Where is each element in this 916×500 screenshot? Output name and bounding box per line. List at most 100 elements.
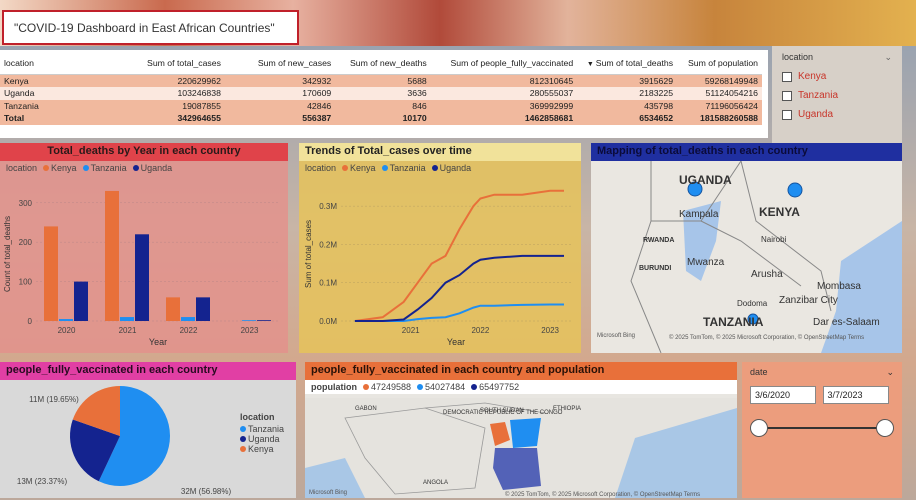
cell-total-deaths: 435798 xyxy=(577,99,678,112)
bar-tanzania-2023[interactable] xyxy=(242,320,256,321)
bar-kenya-2021[interactable] xyxy=(105,190,119,321)
cell-total-deaths: 3915629 xyxy=(577,74,678,87)
col-new-deaths[interactable]: Sum of new_deaths xyxy=(335,50,431,75)
legend-item-uganda[interactable]: Uganda xyxy=(431,163,471,173)
start-date-input[interactable]: 3/6/2020 xyxy=(750,386,816,404)
cell-total-cases: 103246838 xyxy=(106,87,225,100)
legend-label: location xyxy=(240,412,275,422)
y-tick-label: 0.1M xyxy=(319,279,337,288)
location-slicer: location ⌄ Kenya Tanzania Uganda xyxy=(772,46,902,146)
col-location[interactable]: location xyxy=(0,50,107,75)
dashboard-title-text: "COVID-19 Dashboard in East African Coun… xyxy=(14,21,275,35)
pie-data-label: 11M (19.65%) xyxy=(29,395,79,404)
chevron-down-icon[interactable]: ⌄ xyxy=(884,52,892,63)
cell-location: Tanzania xyxy=(0,99,107,112)
map-label: BURUNDI xyxy=(639,265,672,272)
table-row[interactable]: Uganda 103246838 170609 3636 280555037 2… xyxy=(0,87,762,100)
cell-location: Uganda xyxy=(0,87,107,100)
checkbox[interactable] xyxy=(782,90,792,101)
legend-item-uganda[interactable]: Uganda xyxy=(240,434,284,444)
cell-vaccinated: 812310645 xyxy=(430,74,578,87)
map-title: people_fully_vaccinated in each country … xyxy=(305,362,737,380)
map-label: UGANDA xyxy=(679,173,732,187)
date-range-slider[interactable] xyxy=(750,418,894,438)
slider-start-handle[interactable] xyxy=(750,419,768,437)
checkbox[interactable] xyxy=(782,109,792,120)
line-chart-plot[interactable]: 0.0M 0.1M 0.2M 0.3M 2021 2022 2023 Year Sum of t… xyxy=(299,179,581,351)
checkbox[interactable] xyxy=(782,71,792,82)
legend-item[interactable]: 47249588 xyxy=(363,382,411,392)
bar-tanzania-2020[interactable] xyxy=(59,319,73,321)
legend-item-tanzania[interactable]: Tanzania xyxy=(240,424,284,434)
x-tick-label: 2022 xyxy=(471,326,489,335)
vaccinated-population-map[interactable]: people_fully_vaccinated in each country … xyxy=(305,362,737,498)
col-people-fully-vaccinated[interactable]: Sum of people_fully_vaccinated xyxy=(430,50,578,75)
map-label: Mwanza xyxy=(687,257,725,268)
legend-item-tanzania[interactable]: Tanzania xyxy=(82,163,127,173)
slicer-option-tanzania[interactable]: Tanzania xyxy=(782,90,892,101)
map-label: ANGOLA xyxy=(423,480,449,486)
legend-item-kenya[interactable]: Kenya xyxy=(240,444,284,454)
cell-population: 59268149948 xyxy=(677,74,762,87)
bar-chart-plot[interactable]: 0 100 200 300 2020 2021 2022 2023 Year Count of t… xyxy=(0,179,288,351)
slicer-option-kenya[interactable]: Kenya xyxy=(782,71,892,82)
summary-table[interactable]: location Sum of total_cases Sum of new_c… xyxy=(0,50,768,138)
map-bubble-kenya[interactable] xyxy=(787,182,803,198)
map-label: TANZANIA xyxy=(703,315,764,329)
bar-uganda-2021[interactable] xyxy=(135,234,149,321)
y-axis-title: Count of total_deaths xyxy=(3,216,12,292)
bar-tanzania-2022[interactable] xyxy=(181,317,195,321)
legend-item-kenya[interactable]: Kenya xyxy=(43,163,77,173)
col-total-cases[interactable]: Sum of total_cases xyxy=(106,50,225,75)
legend-item-kenya[interactable]: Kenya xyxy=(342,163,376,173)
bar-kenya-2020[interactable] xyxy=(44,226,58,321)
chart-title: Trends of Total_cases over time xyxy=(299,143,581,161)
map-label: Mombasa xyxy=(817,281,861,292)
total-cases-trend-chart[interactable]: Trends of Total_cases over time location… xyxy=(299,143,581,353)
line-tanzania[interactable] xyxy=(354,303,564,322)
table-row[interactable]: Tanzania 19087855 42846 846 369992999 43… xyxy=(0,99,762,112)
vaccinated-pie-chart[interactable]: people_fully_vaccinated in each country … xyxy=(0,362,296,498)
line-uganda[interactable] xyxy=(354,254,564,322)
chart-legend: location Kenya Tanzania Uganda xyxy=(0,161,288,175)
deaths-map[interactable]: Mapping of total_deaths in each country … xyxy=(591,143,902,353)
table-row[interactable]: Kenya 220629962 342932 5688 812310645 39… xyxy=(0,74,762,87)
col-new-cases[interactable]: Sum of new_cases xyxy=(224,50,336,75)
map-credit: © 2025 TomTom, © 2025 Microsoft Corporat… xyxy=(505,492,701,498)
map-label: Kampala xyxy=(679,209,719,220)
col-total-deaths[interactable]: ▼ Sum of total_deaths xyxy=(577,50,678,75)
option-label: Uganda xyxy=(798,109,834,120)
bar-uganda-2023[interactable] xyxy=(257,320,271,321)
cell-vaccinated: 369992999 xyxy=(430,99,578,112)
deaths-by-year-chart[interactable]: Total_deaths by Year in each country loc… xyxy=(0,143,288,353)
y-axis-title: Sum of total_cases xyxy=(304,220,313,288)
bar-uganda-2022[interactable] xyxy=(196,297,210,321)
bar-kenya-2022[interactable] xyxy=(166,297,180,321)
map-label: RWANDA xyxy=(643,237,675,244)
y-tick-label: 0.2M xyxy=(319,240,337,249)
legend-item[interactable]: 65497752 xyxy=(471,382,519,392)
chart-legend: location Kenya Tanzania Uganda xyxy=(299,161,581,175)
cell-location: Total xyxy=(0,112,107,125)
x-tick-label: 2023 xyxy=(241,326,259,335)
bar-tanzania-2021[interactable] xyxy=(120,317,134,321)
map-region-tanzania[interactable] xyxy=(493,448,541,490)
slider-end-handle[interactable] xyxy=(876,419,894,437)
cell-vaccinated: 1462858681 xyxy=(430,112,578,125)
legend-item-uganda[interactable]: Uganda xyxy=(132,163,172,173)
cell-new-deaths: 846 xyxy=(335,99,431,112)
legend-label: location xyxy=(6,163,38,173)
map-label: Arusha xyxy=(751,269,783,280)
legend-item-tanzania[interactable]: Tanzania xyxy=(381,163,426,173)
end-date-input[interactable]: 3/7/2023 xyxy=(822,386,889,404)
legend-item[interactable]: 54027484 xyxy=(417,382,465,392)
col-population[interactable]: Sum of population xyxy=(677,50,762,75)
map-region-kenya[interactable] xyxy=(510,418,541,448)
bar-uganda-2020[interactable] xyxy=(74,281,88,321)
cell-new-cases: 170609 xyxy=(224,87,336,100)
cell-new-deaths: 10170 xyxy=(335,112,431,125)
cell-new-deaths: 3636 xyxy=(335,87,431,100)
slicer-option-uganda[interactable]: Uganda xyxy=(782,109,892,120)
chevron-down-icon[interactable]: ⌄ xyxy=(886,367,894,378)
pie-legend: location Tanzania Uganda Kenya xyxy=(240,412,284,454)
